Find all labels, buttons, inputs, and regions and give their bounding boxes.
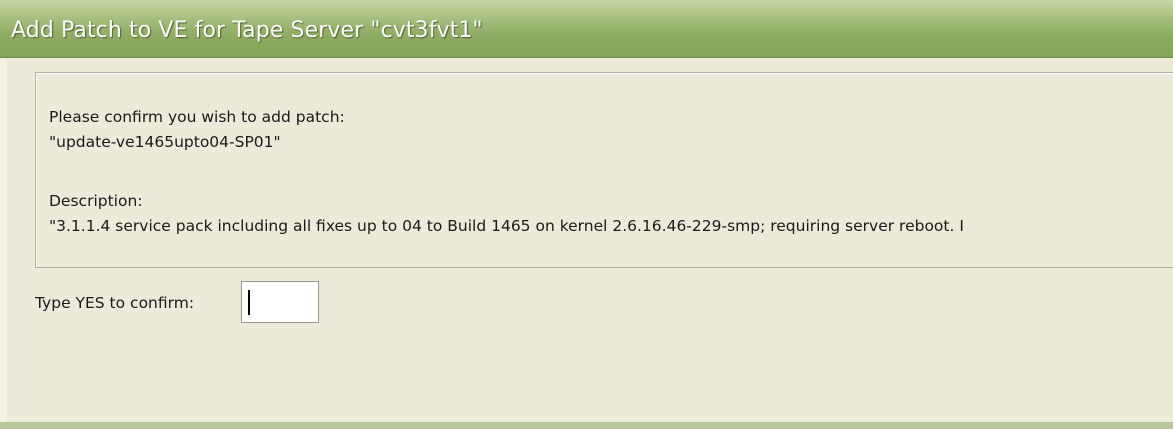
confirm-prompt: Please confirm you wish to add patch:	[49, 108, 345, 126]
dialog-frame-left	[0, 58, 7, 429]
confirmation-panel: Please confirm you wish to add patch: "u…	[35, 72, 1173, 268]
dialog-content: Please confirm you wish to add patch: "u…	[7, 58, 1173, 422]
dialog-title: Add Patch to VE for Tape Server "cvt3fvt…	[11, 18, 483, 43]
patch-dialog: Add Patch to VE for Tape Server "cvt3fvt…	[0, 0, 1173, 429]
text-caret	[248, 290, 250, 315]
confirm-field-label: Type YES to confirm:	[35, 294, 195, 312]
dialog-titlebar[interactable]: Add Patch to VE for Tape Server "cvt3fvt…	[0, 0, 1173, 58]
patch-name: "update-ve1465upto04-SP01"	[49, 133, 281, 151]
dialog-frame-bottom	[0, 422, 1173, 429]
confirm-yes-input[interactable]	[241, 281, 319, 323]
description-text: "3.1.1.4 service pack including all fixe…	[49, 217, 964, 235]
description-label: Description:	[49, 192, 143, 210]
